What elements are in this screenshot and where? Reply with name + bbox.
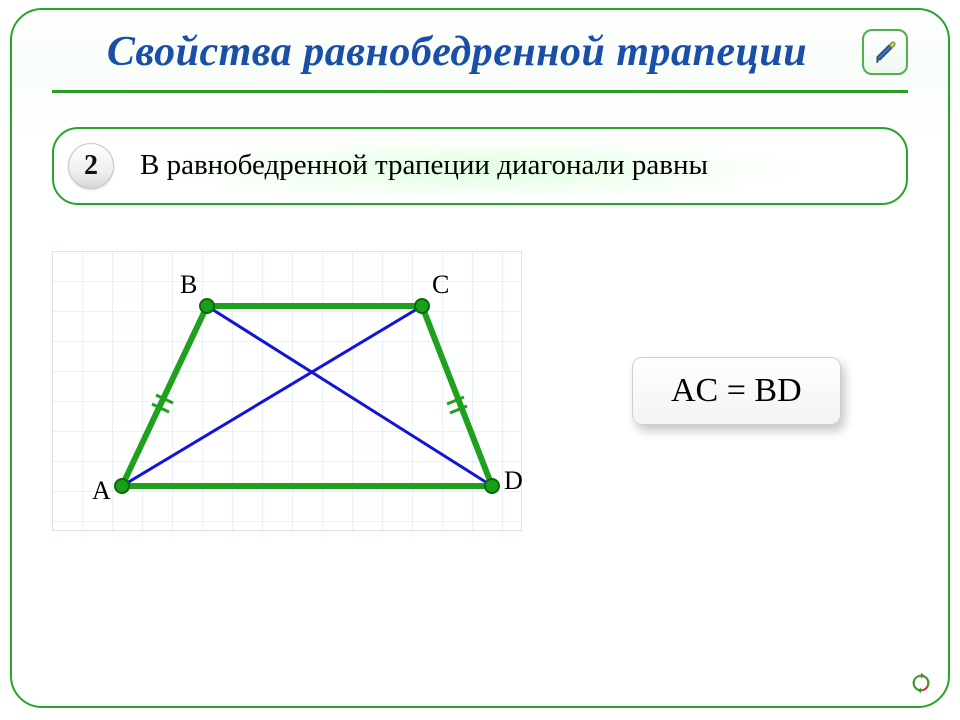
content-row: A B C D AC = BD [12, 205, 948, 531]
label-A: A [92, 476, 111, 505]
property-text: В равнобедренной трапеции диагонали равн… [140, 147, 708, 183]
pen-icon [871, 38, 899, 66]
vertex-C [415, 299, 429, 313]
pen-button[interactable] [862, 29, 908, 75]
slide-frame: Свойства равнобедренной трапеции 2 В рав… [10, 8, 950, 708]
title-underline [52, 90, 908, 93]
vertex-A [115, 479, 129, 493]
vertex-B [200, 299, 214, 313]
vertex-D [485, 479, 499, 493]
trapezoid-diagram: A B C D [52, 251, 522, 531]
page-title: Свойства равнобедренной трапеции [52, 28, 862, 76]
label-C: C [432, 270, 449, 299]
formula-box: AC = BD [632, 357, 841, 425]
title-row: Свойства равнобедренной трапеции [12, 10, 948, 76]
property-box: 2 В равнобедренной трапеции диагонали ра… [52, 127, 908, 205]
label-B: B [180, 270, 197, 299]
refresh-icon[interactable] [910, 672, 932, 694]
property-number-badge: 2 [68, 143, 114, 189]
label-D: D [504, 466, 522, 495]
